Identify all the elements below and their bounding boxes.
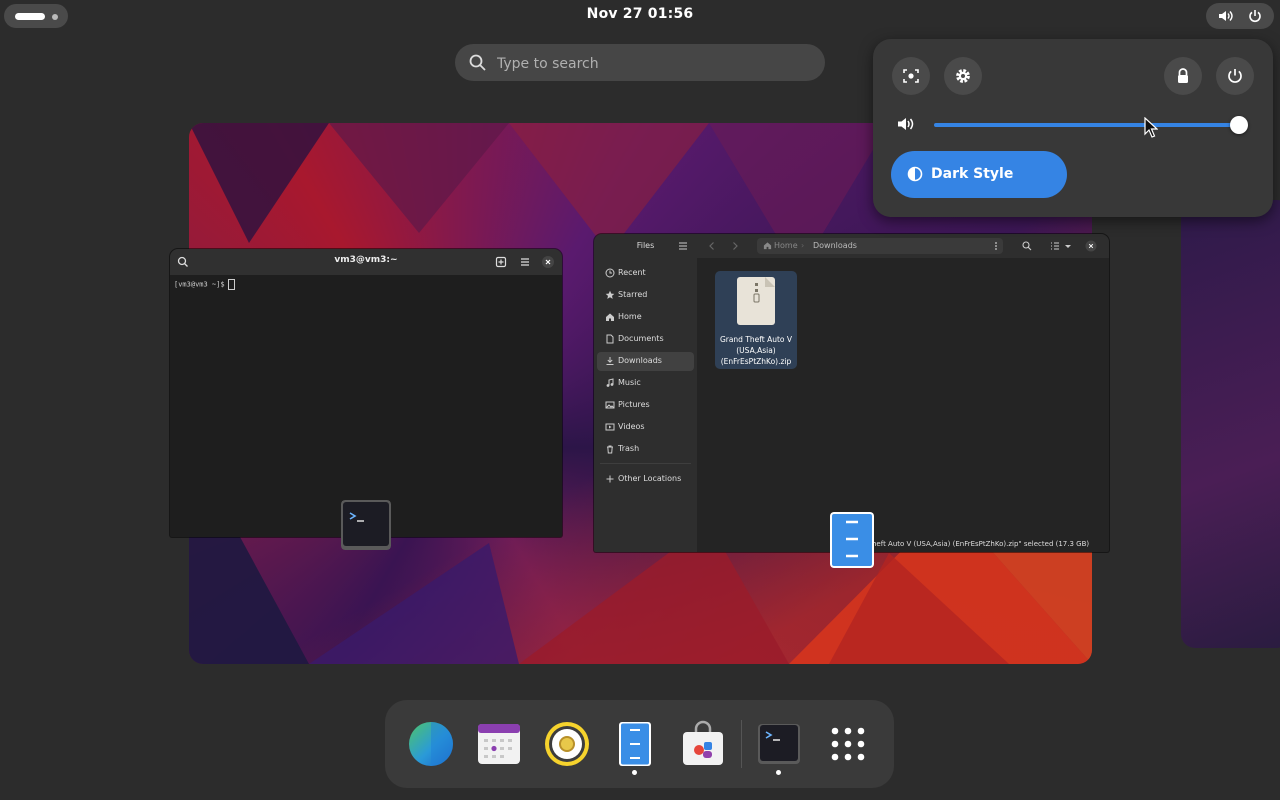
home-icon <box>763 242 772 250</box>
list-view-icon[interactable] <box>1050 241 1060 251</box>
sidebar-item-label: Other Locations <box>618 474 682 483</box>
sidebar-item-trash[interactable]: Trash <box>597 440 694 459</box>
sidebar-item-label: Music <box>618 378 641 387</box>
terminal-icon[interactable] <box>755 720 803 768</box>
software-icon[interactable] <box>679 720 727 768</box>
breadcrumb-home[interactable]: Home <box>774 241 798 250</box>
sidebar-item-starred[interactable]: Starred <box>597 286 694 305</box>
clock[interactable]: Nov 27 01:56 <box>0 6 1280 22</box>
mouse-pointer <box>1144 117 1158 138</box>
sidebar-item-other-locations[interactable]: Other Locations <box>597 470 694 489</box>
files-sidebar: Files Recent Starred Home Documents Down… <box>594 234 697 552</box>
sidebar-item-label: Trash <box>618 444 640 453</box>
calendar-icon[interactable] <box>475 720 523 768</box>
star-icon <box>605 290 615 299</box>
download-icon <box>606 357 614 365</box>
lock-button[interactable] <box>1164 57 1202 95</box>
browser-icon[interactable] <box>407 720 455 768</box>
forward-icon[interactable] <box>730 241 740 251</box>
sidebar-item-home[interactable]: Home <box>597 308 694 327</box>
file-item-selected[interactable]: Grand Theft Auto V (USA,Asia) (EnFrEsPtZ… <box>715 271 797 369</box>
quick-settings-menu: Dark Style <box>873 39 1273 217</box>
dark-style-icon <box>907 166 923 182</box>
music-icon <box>606 378 614 387</box>
volume-slider-handle[interactable] <box>1230 116 1248 134</box>
video-icon <box>605 423 615 431</box>
volume-slider[interactable] <box>934 123 1242 127</box>
document-icon <box>606 334 614 344</box>
selection-status: heft Auto V (USA,Asia) (EnFrEsPtZhKo).zi… <box>872 540 1090 548</box>
terminal-icon <box>341 500 391 550</box>
zip-file-icon <box>737 277 775 325</box>
music-player-icon[interactable] <box>543 720 591 768</box>
sidebar-item-documents[interactable]: Documents <box>597 330 694 349</box>
dark-style-toggle[interactable]: Dark Style <box>891 151 1067 198</box>
chevron-down-icon[interactable] <box>1063 241 1073 251</box>
sidebar-item-label: Recent <box>618 268 646 277</box>
home-icon <box>606 313 614 321</box>
new-tab-icon[interactable] <box>494 255 508 269</box>
menu-icon[interactable] <box>678 241 688 251</box>
terminal-window[interactable]: vm3@vm3:~ [vm3@vm3 ~]$ <box>170 249 562 537</box>
menu-icon[interactable] <box>518 255 532 269</box>
app-grid-icon[interactable] <box>824 720 872 768</box>
files-window[interactable]: Files Recent Starred Home Documents Down… <box>594 234 1109 552</box>
prompt-text: [vm3@vm3 ~]$ <box>174 280 225 289</box>
more-icon[interactable] <box>993 241 999 251</box>
close-icon[interactable] <box>541 255 555 269</box>
picture-icon <box>605 401 615 409</box>
terminal-running-indicator <box>776 770 781 775</box>
search-icon[interactable] <box>1022 241 1032 251</box>
sidebar-item-pictures[interactable]: Pictures <box>597 396 694 415</box>
lock-icon <box>1178 68 1188 83</box>
screenshot-button[interactable] <box>892 57 930 95</box>
sidebar-item-label: Downloads <box>618 356 662 365</box>
text-cursor <box>227 279 235 290</box>
search-icon <box>469 54 486 71</box>
sidebar-item-label: Home <box>618 312 642 321</box>
top-bar: Nov 27 01:56 <box>0 0 1280 32</box>
power-button[interactable] <box>1216 57 1254 95</box>
files-running-indicator <box>632 770 637 775</box>
breadcrumb-current[interactable]: Downloads <box>813 241 857 250</box>
volume-icon <box>898 118 914 130</box>
files-icon[interactable] <box>611 720 659 768</box>
sidebar-header: Files <box>594 234 697 258</box>
terminal-prompt[interactable]: [vm3@vm3 ~]$ <box>174 279 235 290</box>
files-icon <box>830 512 874 568</box>
files-headerbar: Home › Downloads <box>697 234 1109 258</box>
back-icon[interactable] <box>707 241 717 251</box>
power-icon <box>1249 10 1261 23</box>
screenshot-icon <box>903 69 919 83</box>
sidebar-item-label: Starred <box>618 290 648 299</box>
close-icon[interactable] <box>1085 240 1097 252</box>
next-workspace-preview[interactable] <box>1181 200 1280 648</box>
breadcrumb-separator: › <box>801 241 805 250</box>
sidebar-item-label: Videos <box>618 422 645 431</box>
sidebar-item-videos[interactable]: Videos <box>597 418 694 437</box>
terminal-headerbar: vm3@vm3:~ <box>170 249 562 275</box>
sidebar-divider <box>600 463 691 464</box>
system-indicators[interactable] <box>1206 3 1274 29</box>
sidebar-item-label: Pictures <box>618 400 650 409</box>
file-name: Grand Theft Auto V (USA,Asia) (EnFrEsPtZ… <box>719 335 793 366</box>
sidebar-item-music[interactable]: Music <box>597 374 694 393</box>
power-icon <box>1228 69 1242 83</box>
volume-icon <box>1219 11 1233 21</box>
settings-button[interactable] <box>944 57 982 95</box>
trash-icon <box>607 445 613 454</box>
clock-icon <box>605 268 615 278</box>
gear-icon <box>956 69 970 83</box>
dark-style-label: Dark Style <box>931 166 1014 182</box>
path-bar[interactable]: Home › Downloads <box>757 238 1003 254</box>
search-input[interactable] <box>495 52 799 75</box>
search-bar[interactable] <box>455 44 825 81</box>
plus-icon <box>606 475 614 483</box>
dock-separator <box>741 720 742 768</box>
sidebar-item-downloads[interactable]: Downloads <box>597 352 694 371</box>
dash <box>385 700 894 788</box>
sidebar-item-label: Documents <box>618 334 664 343</box>
sidebar-item-recent[interactable]: Recent <box>597 264 694 283</box>
